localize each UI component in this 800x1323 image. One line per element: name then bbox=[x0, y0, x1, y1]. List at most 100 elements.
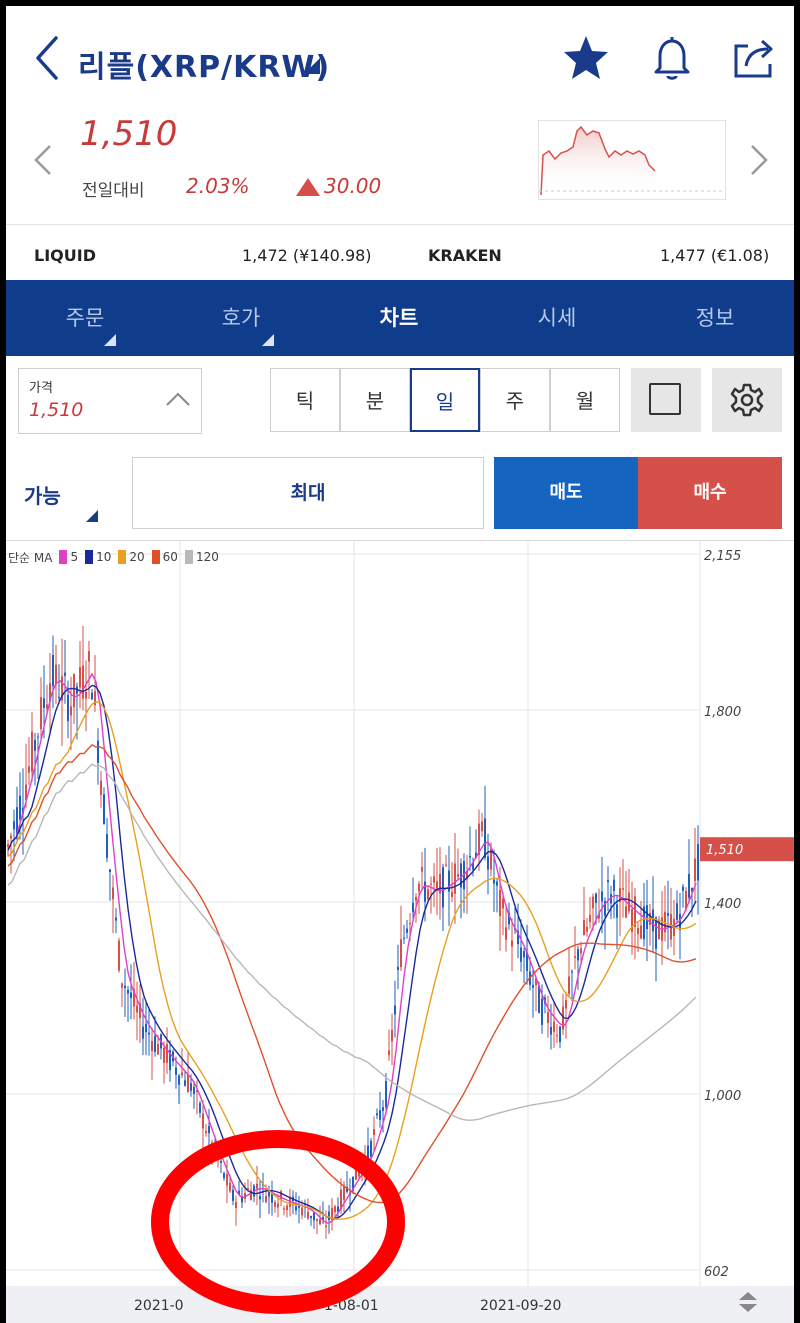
candle-body bbox=[499, 889, 501, 917]
notification-bell-icon[interactable] bbox=[648, 34, 696, 86]
candle-body bbox=[565, 999, 567, 1009]
tab-info[interactable]: 정보 bbox=[660, 280, 770, 356]
candle-body bbox=[481, 821, 483, 832]
exchange-name-kraken: KRAKEN bbox=[428, 246, 502, 265]
candle-body bbox=[457, 874, 459, 877]
candle-body bbox=[52, 654, 54, 687]
candle-body bbox=[109, 869, 111, 873]
candle-body bbox=[613, 879, 615, 891]
price-select[interactable]: 가격 1,510 bbox=[18, 368, 202, 434]
candle-body bbox=[694, 858, 696, 882]
ma5-label: 5 bbox=[70, 550, 79, 564]
coin-dropdown-icon[interactable] bbox=[304, 58, 320, 74]
candle-body bbox=[124, 985, 126, 988]
app-screen: 리플(XRP/KRW) 1,510 전일대비 2.03% 30.00 LIQUI… bbox=[6, 6, 794, 1323]
price-chart[interactable]: 2,155 1,800 1,400 1,000 602 1,510 2021-0 1-08-… bbox=[6, 539, 794, 1323]
price-chart-canvas[interactable]: 2,1551,8001,4001,0006021,510 2021-0 1-08-… bbox=[6, 539, 794, 1323]
candle-body bbox=[142, 1026, 144, 1039]
chart-settings-button[interactable] bbox=[712, 368, 782, 432]
candle-body bbox=[235, 1201, 237, 1209]
chart-expand-button[interactable] bbox=[631, 368, 701, 432]
sell-button[interactable]: 매도 bbox=[494, 457, 638, 529]
mini-chart[interactable] bbox=[538, 120, 726, 200]
tab-market[interactable]: 시세 bbox=[502, 280, 612, 356]
candle-body bbox=[148, 1032, 150, 1035]
period-month[interactable]: 월 bbox=[550, 368, 620, 432]
candle-body bbox=[7, 844, 9, 848]
available-label[interactable]: 가능 bbox=[24, 480, 61, 509]
candle-body bbox=[229, 1182, 231, 1192]
candle-body bbox=[520, 947, 522, 962]
candle-body bbox=[379, 1110, 381, 1120]
candle-body bbox=[556, 1035, 558, 1037]
candle-body bbox=[577, 949, 579, 961]
candle-body bbox=[454, 863, 456, 894]
candle-body bbox=[136, 1005, 138, 1013]
candle-body bbox=[316, 1218, 318, 1221]
gear-icon bbox=[730, 383, 764, 417]
available-dropdown-icon[interactable] bbox=[86, 510, 98, 522]
period-tick[interactable]: 틱 bbox=[270, 368, 340, 432]
candle-body bbox=[232, 1189, 234, 1201]
candle-body bbox=[301, 1207, 303, 1216]
period-minute[interactable]: 분 bbox=[340, 368, 410, 432]
candle-body bbox=[568, 976, 570, 994]
candle-body bbox=[58, 696, 60, 699]
candle-body bbox=[328, 1211, 330, 1221]
candle-body bbox=[223, 1173, 225, 1179]
ma120-label: 120 bbox=[195, 550, 219, 564]
tab-chart[interactable]: 차트 bbox=[344, 280, 454, 356]
candle-body bbox=[85, 691, 87, 699]
candle-body bbox=[10, 835, 12, 839]
candle-body bbox=[19, 795, 21, 820]
candle-body bbox=[166, 1044, 168, 1063]
period-day[interactable]: 일 bbox=[410, 368, 480, 432]
next-coin-icon[interactable] bbox=[748, 142, 770, 182]
candle-body bbox=[121, 983, 123, 988]
candle-body bbox=[418, 883, 420, 892]
period-week[interactable]: 주 bbox=[480, 368, 550, 432]
candle-body bbox=[385, 1081, 387, 1108]
candle-body bbox=[553, 1021, 555, 1032]
y-tick-label: 1,000 bbox=[704, 1089, 741, 1104]
buy-button[interactable]: 매수 bbox=[638, 457, 782, 529]
favorite-star-icon[interactable] bbox=[562, 34, 610, 84]
tab-orderbook[interactable]: 호가 bbox=[186, 280, 296, 356]
prev-coin-icon[interactable] bbox=[32, 142, 54, 182]
price-select-label: 가격 bbox=[29, 381, 53, 396]
candle-body bbox=[130, 992, 132, 999]
coin-title[interactable]: 리플(XRP/KRW) bbox=[78, 42, 330, 86]
candle-body bbox=[73, 673, 75, 708]
candle-body bbox=[55, 664, 57, 685]
candle-body bbox=[667, 913, 669, 916]
share-icon[interactable] bbox=[730, 34, 778, 86]
exchange-price-liquid: 1,472 (¥140.98) bbox=[242, 246, 372, 265]
candle-body bbox=[397, 966, 399, 970]
candle-body bbox=[511, 940, 513, 947]
back-icon[interactable] bbox=[28, 34, 68, 82]
ma120-swatch bbox=[184, 550, 193, 564]
quantity-max-field[interactable]: 최대 bbox=[132, 457, 484, 529]
y-tick-label: 1,400 bbox=[704, 897, 741, 912]
candle-body bbox=[427, 889, 429, 899]
candle-body bbox=[34, 739, 36, 751]
candle-body bbox=[607, 880, 609, 883]
ma60-label: 60 bbox=[162, 550, 178, 564]
candle-body bbox=[445, 864, 447, 866]
main-tab-bar: 주문 호가 차트 시세 정보 bbox=[6, 280, 794, 356]
candle-body bbox=[682, 886, 684, 891]
x-tick-label: 2021-09-20 bbox=[480, 1298, 561, 1314]
candle-body bbox=[106, 834, 108, 858]
candle-body bbox=[82, 665, 84, 699]
candle-body bbox=[547, 1012, 549, 1024]
candle-body bbox=[334, 1206, 336, 1213]
candle-body bbox=[505, 927, 507, 940]
candle-body bbox=[97, 740, 99, 763]
candle-body bbox=[622, 888, 624, 890]
candle-body bbox=[67, 694, 69, 722]
y-tick-label: 1,800 bbox=[704, 705, 741, 720]
tab-order[interactable]: 주문 bbox=[30, 280, 140, 356]
candle-body bbox=[523, 951, 525, 958]
exchange-name-liquid: LIQUID bbox=[34, 246, 96, 265]
candle-body bbox=[91, 692, 93, 700]
